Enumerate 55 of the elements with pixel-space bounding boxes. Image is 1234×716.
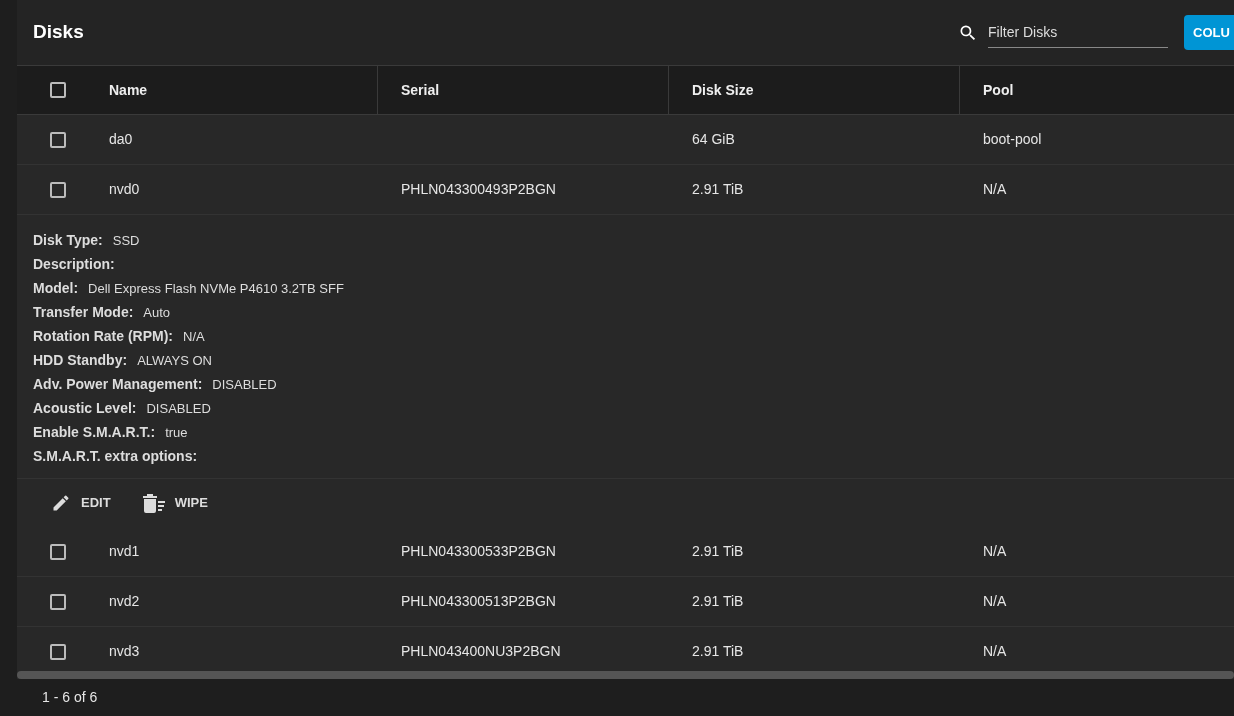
table-cell: PHLN043400NU3P2BGN (401, 643, 561, 659)
detail-label: S.M.A.R.T. extra options: (33, 447, 198, 466)
wipe-button[interactable]: WIPE (134, 485, 216, 521)
detail-label: Transfer Mode: (33, 303, 134, 322)
detail-value: Dell Express Flash NVMe P4610 3.2TB SFF (88, 279, 344, 298)
checkbox[interactable] (50, 181, 66, 198)
checkbox[interactable] (50, 543, 66, 560)
checkbox[interactable] (50, 131, 66, 148)
table-cell: N/A (983, 543, 1007, 559)
table-cell: 64 GiB (692, 131, 735, 147)
trash-icon (142, 493, 165, 513)
table-cell: PHLN043300493P2BGN (401, 181, 556, 197)
detail-label: Disk Type: (33, 231, 103, 250)
detail-label: Adv. Power Management: (33, 375, 203, 394)
column-header[interactable]: Serial (401, 79, 440, 101)
detail-value: N/A (183, 327, 205, 346)
detail-label: Enable S.M.A.R.T.: (33, 423, 156, 442)
table-cell: nvd0 (109, 181, 140, 197)
checkbox[interactable] (50, 593, 66, 610)
table-cell: N/A (983, 181, 1007, 197)
table-cell: da0 (109, 131, 133, 147)
column-header[interactable]: Disk Size (692, 79, 754, 101)
detail-label: Acoustic Level: (33, 399, 137, 418)
detail-label: Description: (33, 255, 115, 274)
table-cell: boot-pool (983, 131, 1042, 147)
detail-value: DISABLED (212, 375, 277, 394)
detail-label: HDD Standby: (33, 351, 128, 370)
detail-value: ALWAYS ON (137, 351, 212, 370)
table-cell: 2.91 TiB (692, 593, 744, 609)
table-cell: nvd3 (109, 643, 140, 659)
table-cell: N/A (983, 593, 1007, 609)
edit-button[interactable]: EDIT (43, 485, 119, 521)
detail-label: Rotation Rate (RPM): (33, 327, 173, 346)
checkbox[interactable] (50, 643, 66, 660)
column-header[interactable]: Pool (983, 79, 1014, 101)
table-cell: nvd2 (109, 593, 140, 609)
detail-value: true (165, 423, 188, 442)
horizontal-scrollbar[interactable] (17, 671, 1234, 679)
table-cell: 2.91 TiB (692, 181, 744, 197)
page-title: Disks (33, 20, 84, 45)
table-cell: 2.91 TiB (692, 643, 744, 659)
paginator-range: 1 - 6 of 6 (42, 688, 98, 707)
table-cell: PHLN043300513P2BGN (401, 593, 556, 609)
detail-value: Auto (143, 303, 171, 322)
checkbox[interactable] (50, 82, 66, 98)
filter-input[interactable]: Filter Disks (988, 17, 1168, 48)
table-cell: PHLN043300533P2BGN (401, 543, 556, 559)
column-header[interactable]: Name (109, 79, 148, 101)
detail-value: DISABLED (146, 399, 211, 418)
table-cell: nvd1 (109, 543, 140, 559)
detail-value: SSD (112, 231, 140, 250)
pencil-icon (51, 493, 71, 513)
table-cell: 2.91 TiB (692, 543, 744, 559)
table-cell: N/A (983, 643, 1007, 659)
detail-label: Model: (33, 279, 79, 298)
